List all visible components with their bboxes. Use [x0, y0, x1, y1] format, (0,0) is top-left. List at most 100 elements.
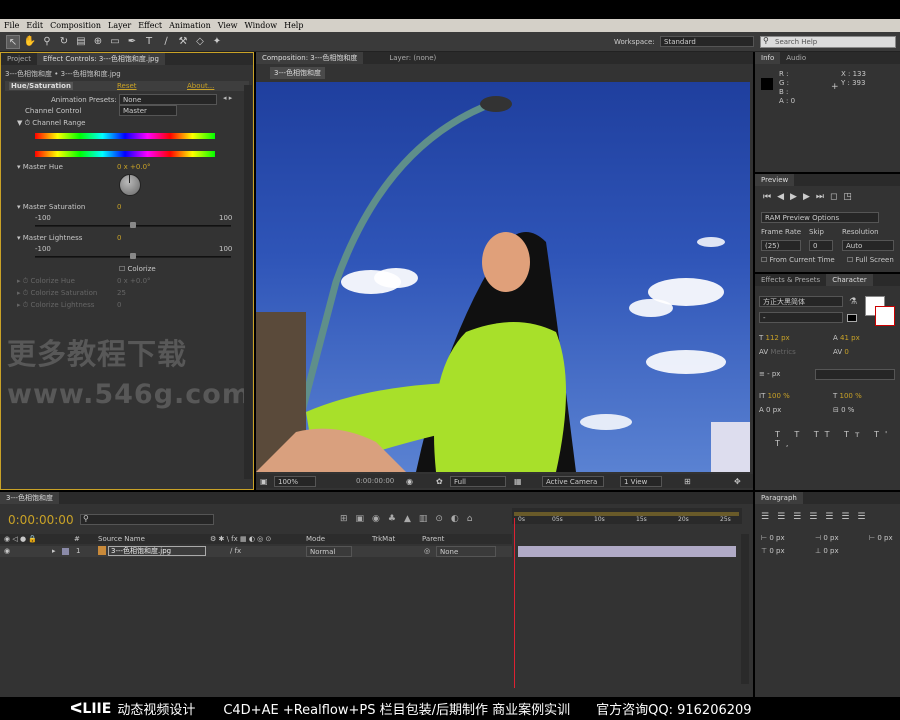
layer-fx-switch[interactable]: ∕ fx [230, 547, 241, 555]
menu-file[interactable]: File [4, 21, 19, 30]
tab-paragraph[interactable]: Paragraph [755, 492, 803, 504]
clone-tool-icon[interactable]: ⚒ [176, 35, 190, 49]
master-saturation-knob[interactable] [130, 222, 136, 228]
menu-composition[interactable]: Composition [50, 21, 101, 30]
always-preview-icon[interactable]: ▣ [260, 477, 268, 486]
layer-expand-icon[interactable]: ▸ [52, 547, 56, 555]
effect-scrollbar[interactable] [244, 85, 252, 479]
resolution-select[interactable]: Auto [842, 240, 894, 251]
timeline-scrollbar[interactable] [741, 534, 749, 684]
timeline-timecode[interactable]: 0:00:00:00 [8, 513, 74, 527]
channel-range-bar-top[interactable] [35, 133, 215, 139]
channel-icon[interactable]: ✿ [436, 477, 443, 486]
master-hue-value[interactable]: 0 x +0.0° [117, 163, 151, 171]
text-tool-icon[interactable]: T [142, 35, 156, 49]
full-screen-checkbox[interactable]: ☐ Full Screen [847, 256, 894, 264]
work-area-bar[interactable] [514, 512, 739, 516]
tab-character[interactable]: Character [826, 274, 873, 286]
workspace-select[interactable]: Standard [660, 36, 754, 47]
brush-tool-icon[interactable]: ∕ [159, 35, 173, 49]
rotate-tool-icon[interactable]: ↻ [57, 35, 71, 49]
region-icon[interactable]: ▦ [514, 477, 522, 486]
snapshot-icon[interactable]: ◉ [406, 477, 413, 486]
menu-animation[interactable]: Animation [169, 21, 211, 30]
camera-select[interactable]: Active Camera [542, 476, 604, 487]
font-size-field[interactable]: T 112 px [759, 334, 790, 342]
stroke-width-field[interactable]: ≡ - px [759, 370, 780, 378]
about-link[interactable]: About... [187, 82, 214, 90]
selection-tool-icon[interactable]: ↖ [6, 34, 20, 49]
zoom-tool-icon[interactable]: ⚲ [40, 35, 54, 49]
tab-preview[interactable]: Preview [755, 174, 795, 186]
indent-left-field[interactable]: ⊢ 0 px [761, 534, 785, 542]
comp-timecode[interactable]: 0:00:00:00 [356, 477, 394, 485]
resolution-select[interactable]: Full [450, 476, 506, 487]
puppet-tool-icon[interactable]: ✦ [210, 35, 224, 49]
tsume-field[interactable]: ⊟ 0 % [833, 406, 854, 414]
master-lightness-value[interactable]: 0 [117, 234, 121, 242]
vertical-scale-field[interactable]: IT 100 % [759, 392, 790, 400]
camera-tool-icon[interactable]: ▤ [74, 35, 88, 49]
layer-name[interactable]: 3---色相饱和度.jpg [108, 546, 206, 556]
indent-right-field[interactable]: ⊣ 0 px [815, 534, 839, 542]
tab-composition[interactable]: Composition: 3---色相饱和度 [256, 52, 364, 64]
preset-nav-icon[interactable]: ◂ ▸ [223, 94, 232, 102]
colorize-checkbox[interactable]: ☐ Colorize [119, 265, 156, 273]
hand-tool-icon[interactable]: ✋ [23, 35, 37, 49]
trkmat-header[interactable]: TrkMat [372, 535, 395, 543]
space-after-field[interactable]: ⊥ 0 px [815, 547, 839, 555]
indent-first-field[interactable]: ⊢ 0 px [869, 534, 893, 542]
eraser-tool-icon[interactable]: ◇ [193, 35, 207, 49]
master-lightness-knob[interactable] [130, 253, 136, 259]
tab-project[interactable]: Project [1, 53, 37, 65]
font-family-select[interactable]: 方正大黑简体 [759, 296, 843, 307]
comp-subtab[interactable]: 3---色相饱和度 [270, 67, 326, 79]
frame-rate-select[interactable]: (25) [761, 240, 801, 251]
zoom-select[interactable]: 100% [274, 476, 316, 487]
tab-timeline[interactable]: 3---色相饱和度 [0, 492, 60, 504]
search-help-input[interactable]: Search Help [760, 36, 896, 48]
leading-field[interactable]: A 41 px [833, 334, 860, 342]
menu-view[interactable]: View [218, 21, 238, 30]
parent-pickwhip-icon[interactable]: ◎ [424, 547, 430, 555]
kerning-field[interactable]: AV Metrics [759, 348, 796, 356]
menu-window[interactable]: Window [245, 21, 278, 30]
reset-link[interactable]: Reset [117, 82, 137, 90]
master-saturation-value[interactable]: 0 [117, 203, 121, 211]
stroke-type-select[interactable] [815, 369, 895, 380]
menu-effect[interactable]: Effect [138, 21, 162, 30]
space-before-field[interactable]: ⊤ 0 px [761, 547, 785, 555]
from-current-checkbox[interactable]: ☐ From Current Time [761, 256, 835, 264]
effect-name[interactable]: Hue/Saturation [9, 82, 73, 90]
layer-search-input[interactable] [80, 514, 214, 525]
eyedropper-icon[interactable]: ⚗ [849, 297, 857, 307]
parent-header[interactable]: Parent [422, 535, 444, 543]
timeline-switches[interactable]: ⊞▣◉♣▲▥⊙◐⌂ [340, 514, 481, 524]
pan-behind-tool-icon[interactable]: ⊕ [91, 35, 105, 49]
flowchart-icon[interactable]: ⊞ [684, 477, 691, 486]
current-time-indicator[interactable] [514, 518, 515, 688]
time-ruler[interactable]: 0s 05s 10s 15s 20s 25s [512, 508, 742, 524]
stroke-color-swatch[interactable] [875, 306, 895, 326]
hue-dial[interactable] [119, 174, 141, 196]
baseline-shift-field[interactable]: A 0 px [759, 406, 781, 414]
text-style-buttons[interactable]: T T TT Tт T' T, [775, 430, 900, 448]
tab-layer[interactable]: Layer: (none) [383, 52, 442, 64]
layer-mode-select[interactable]: Normal [306, 546, 352, 557]
source-name-header[interactable]: Source Name [98, 535, 145, 543]
horizontal-scale-field[interactable]: T 100 % [833, 392, 862, 400]
pen-tool-icon[interactable]: ✒ [125, 35, 139, 49]
tracking-field[interactable]: AV 0 [833, 348, 849, 356]
rectangle-tool-icon[interactable]: ▭ [108, 35, 122, 49]
tab-effects-presets[interactable]: Effects & Presets [755, 274, 826, 286]
layer-parent-select[interactable]: None [436, 546, 496, 557]
view-select[interactable]: 1 View [620, 476, 662, 487]
channel-control-select[interactable]: Master [119, 105, 177, 116]
alignment-buttons[interactable]: ☰☰☰☰☰☰☰ [761, 512, 873, 522]
fast-preview-icon[interactable]: ✥ [734, 477, 741, 486]
layer-eye-icon[interactable]: ◉ [4, 547, 10, 555]
channel-range-label[interactable]: ▼ ⏱ Channel Range [17, 119, 85, 128]
layer-duration-bar[interactable] [518, 546, 736, 557]
tab-audio[interactable]: Audio [780, 52, 812, 64]
playback-controls[interactable]: ⏮◀▶▶⏭◻◳ [763, 192, 858, 202]
